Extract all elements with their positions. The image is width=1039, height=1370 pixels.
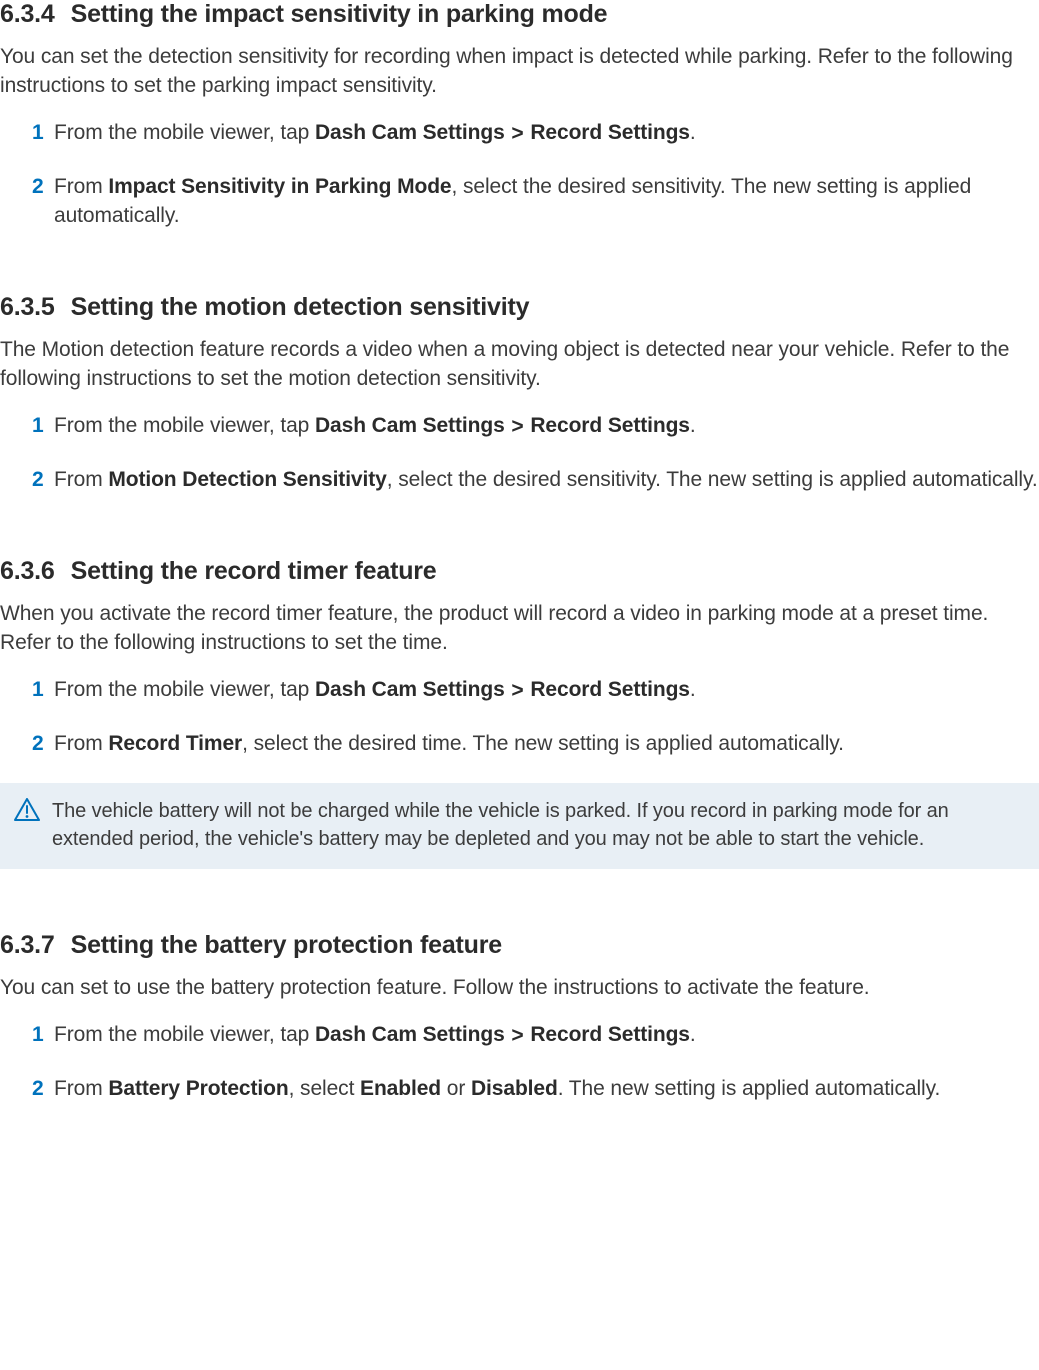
list-item: 1 From the mobile viewer, tap Dash Cam S… [32,676,1039,706]
step-text-post-a: , select [289,1077,360,1100]
section-intro: You can set to use the battery protectio… [0,974,1039,1003]
section-title: Setting the record timer feature [71,557,437,585]
step-bold-1: Dash Cam Settings [315,121,505,144]
section-heading: 6.3.5 Setting the motion detection sensit… [0,293,1039,322]
section-635: 6.3.5 Setting the motion detection sensit… [0,293,1039,495]
step-number: 1 [32,1021,44,1050]
step-text-pre: From [54,732,108,755]
step-text-post: . [690,1023,696,1046]
section-634: 6.3.4 Setting the impact sensitivity in p… [0,0,1039,231]
section-number: 6.3.6 [0,557,55,585]
chevron-right-icon: > [511,413,523,442]
section-heading: 6.3.4 Setting the impact sensitivity in p… [0,0,1039,29]
step-bold-2: Record Settings [530,414,690,437]
step-bold-1: Impact Sensitivity in Parking Mode [108,175,451,198]
list-item: 2 From Motion Detection Sensitivity, sel… [32,466,1039,495]
step-bold-1: Dash Cam Settings [315,414,505,437]
step-text-post: . [690,414,696,437]
list-item: 1 From the mobile viewer, tap Dash Cam S… [32,1021,1039,1051]
section-title: Setting the impact sensitivity in parkin… [71,0,608,28]
step-text-pre: From the mobile viewer, tap [54,1023,315,1046]
chevron-right-icon: > [511,1022,523,1051]
list-item: 1 From the mobile viewer, tap Dash Cam S… [32,119,1039,149]
caution-callout: The vehicle battery will not be charged … [0,783,1039,870]
section-number: 6.3.4 [0,0,55,28]
document-page: 6.3.4 Setting the impact sensitivity in p… [0,0,1039,1148]
section-heading: 6.3.7 Setting the battery protection feat… [0,931,1039,960]
section-title: Setting the motion detection sensitivity [71,293,530,321]
list-item: 2 From Battery Protection, select Enable… [32,1075,1039,1104]
step-number: 2 [32,466,44,495]
section-number: 6.3.7 [0,931,55,959]
callout-text: The vehicle battery will not be charged … [52,797,1023,854]
step-number: 2 [32,173,44,202]
step-bold-2: Record Settings [530,678,690,701]
step-number: 1 [32,412,44,441]
step-text-pre: From [54,175,108,198]
step-list: 1 From the mobile viewer, tap Dash Cam S… [0,412,1039,495]
step-text-pre: From the mobile viewer, tap [54,678,315,701]
step-bold-1: Dash Cam Settings [315,1023,505,1046]
section-intro: The Motion detection feature records a v… [0,336,1039,394]
step-number: 1 [32,676,44,705]
step-text-pre: From the mobile viewer, tap [54,121,315,144]
step-bold-c: Disabled [471,1077,558,1100]
step-text-post: , select the desired time. The new setti… [242,732,844,755]
step-text-post-b: or [441,1077,471,1100]
warning-icon [14,798,40,822]
section-intro: You can set the detection sensitivity fo… [0,43,1039,101]
section-intro: When you activate the record timer featu… [0,600,1039,658]
section-title: Setting the battery protection feature [71,931,502,959]
step-bold-2: Record Settings [530,121,690,144]
section-number: 6.3.5 [0,293,55,321]
step-list: 1 From the mobile viewer, tap Dash Cam S… [0,119,1039,231]
step-bold-1: Motion Detection Sensitivity [108,468,386,491]
step-bold-b: Enabled [360,1077,441,1100]
list-item: 2 From Record Timer, select the desired … [32,730,1039,759]
step-text-pre: From [54,468,108,491]
step-bold-1: Dash Cam Settings [315,678,505,701]
step-bold-1: Battery Protection [108,1077,288,1100]
step-text-pre: From the mobile viewer, tap [54,414,315,437]
step-bold-2: Record Settings [530,1023,690,1046]
step-list: 1 From the mobile viewer, tap Dash Cam S… [0,1021,1039,1104]
step-text-pre: From [54,1077,108,1100]
list-item: 1 From the mobile viewer, tap Dash Cam S… [32,412,1039,442]
step-number: 1 [32,119,44,148]
section-heading: 6.3.6 Setting the record timer feature [0,557,1039,586]
step-number: 2 [32,730,44,759]
step-text-post-c: . The new setting is applied automatical… [558,1077,940,1100]
chevron-right-icon: > [511,120,523,149]
chevron-right-icon: > [511,677,523,706]
section-637: 6.3.7 Setting the battery protection feat… [0,931,1039,1104]
step-text-post: , select the desired sensitivity. The ne… [387,468,1038,491]
step-text-post: . [690,678,696,701]
section-636: 6.3.6 Setting the record timer feature Wh… [0,557,1039,870]
list-item: 2 From Impact Sensitivity in Parking Mod… [32,173,1039,231]
step-bold-1: Record Timer [108,732,242,755]
step-list: 1 From the mobile viewer, tap Dash Cam S… [0,676,1039,759]
step-number: 2 [32,1075,44,1104]
step-text-post: . [690,121,696,144]
